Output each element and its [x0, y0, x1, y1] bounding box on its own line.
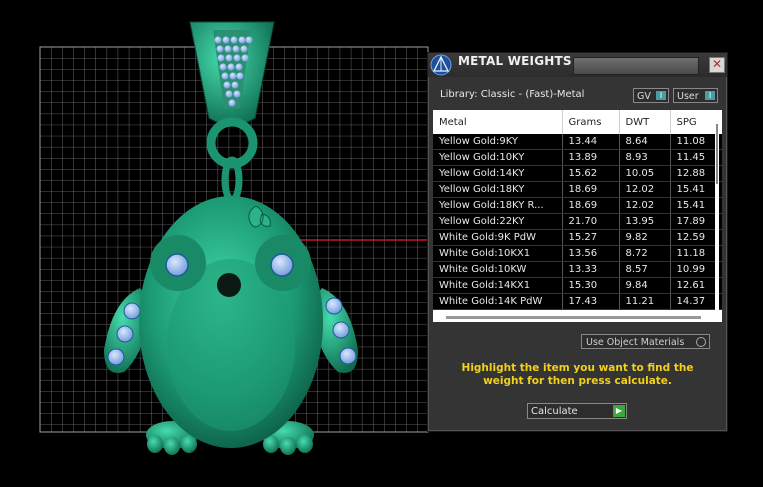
dwt-cell: 12.02 — [619, 197, 671, 214]
table-row[interactable]: Yellow Gold:14KY 15.62 10.05 12.88 — [433, 165, 722, 182]
gv-toggle-button[interactable]: GV I — [633, 88, 669, 103]
grams-cell: 13.56 — [562, 245, 620, 262]
calculate-label: Calculate — [531, 406, 578, 417]
calculate-button[interactable]: Calculate ▶ — [527, 403, 627, 419]
penguin-beak — [217, 273, 241, 297]
table-row[interactable]: White Gold:14KX1 15.30 9.84 12.61 — [433, 277, 722, 294]
panel-title-bar[interactable] — [573, 57, 699, 75]
grams-cell: 17.43 — [562, 293, 620, 310]
left-eye-gem — [165, 253, 189, 277]
table-row[interactable]: Yellow Gold:22KY 21.70 13.95 17.89 — [433, 213, 722, 230]
metal-name-cell: White Gold:10KW — [433, 261, 563, 278]
grams-cell: 18.69 — [562, 197, 620, 214]
metal-name-cell: Yellow Gold:9KY — [433, 134, 563, 150]
grams-cell: 18.69 — [562, 181, 620, 198]
gv-toggle-icon: I — [656, 91, 666, 100]
pyramid-logo-icon — [430, 54, 452, 76]
column-header-dwt[interactable]: DWT — [619, 110, 671, 134]
table-header-row: Metal Grams DWT SPG — [433, 110, 722, 134]
dwt-cell: 8.57 — [619, 261, 671, 278]
table-row[interactable]: White Gold:10KX1 13.56 8.72 11.18 — [433, 245, 722, 262]
horizontal-scrollbar[interactable] — [446, 316, 701, 319]
metal-name-cell: White Gold:14KX1 — [433, 277, 563, 294]
metal-name-cell: Yellow Gold:18KY R... — [433, 197, 563, 214]
table-row[interactable]: White Gold:10KW 13.33 8.57 10.99 — [433, 261, 722, 278]
gv-label: GV — [637, 91, 651, 102]
dwt-cell: 10.05 — [619, 165, 671, 182]
vertical-scroll-thumb[interactable] — [716, 124, 718, 184]
table-body: Yellow Gold:9KY 13.44 8.64 11.08 Yellow Gold… — [433, 134, 722, 310]
user-toggle-icon: I — [705, 91, 715, 100]
grams-cell: 13.33 — [562, 261, 620, 278]
dwt-cell: 8.93 — [619, 149, 671, 166]
dwt-cell: 9.82 — [619, 229, 671, 246]
user-toggle-button[interactable]: User I — [673, 88, 718, 103]
radio-icon — [696, 337, 706, 347]
metal-weights-table: Metal Grams DWT SPG Yellow Gold:9KY 13.44… — [433, 110, 722, 310]
close-icon[interactable]: ✕ — [709, 57, 725, 73]
grams-cell: 15.27 — [562, 229, 620, 246]
table-row[interactable]: Yellow Gold:18KY R... 18.69 12.02 15.41 — [433, 197, 722, 214]
use-object-materials-option[interactable]: Use Object Materials — [581, 334, 710, 349]
dwt-cell: 11.21 — [619, 293, 671, 310]
library-label: Library: Classic - (Fast)-Metal — [440, 89, 585, 100]
dwt-cell: 12.02 — [619, 181, 671, 198]
use-object-materials-label: Use Object Materials — [586, 337, 685, 348]
dwt-cell: 8.72 — [619, 245, 671, 262]
dwt-cell: 9.84 — [619, 277, 671, 294]
instruction-text: Highlight the item you want to find the … — [461, 362, 694, 387]
grams-cell: 15.62 — [562, 165, 620, 182]
column-header-grams[interactable]: Grams — [562, 110, 620, 134]
table-row[interactable]: Yellow Gold:18KY 18.69 12.02 15.41 — [433, 181, 722, 198]
dwt-cell: 13.95 — [619, 213, 671, 230]
dwt-cell: 8.64 — [619, 134, 671, 150]
metal-name-cell: Yellow Gold:10KY — [433, 149, 563, 166]
metal-name-cell: White Gold:9K PdW — [433, 229, 563, 246]
metal-weights-panel: METAL WEIGHTS ✕ Library: Classic - (Fast… — [427, 52, 728, 432]
play-icon: ▶ — [613, 405, 625, 417]
grams-cell: 13.44 — [562, 134, 620, 150]
grams-cell: 15.30 — [562, 277, 620, 294]
panel-title: METAL WEIGHTS — [458, 54, 572, 68]
metal-name-cell: Yellow Gold:22KY — [433, 213, 563, 230]
metal-table-container[interactable]: Metal Grams DWT SPG Yellow Gold:9KY 13.44… — [433, 110, 722, 322]
metal-name-cell: White Gold:10KX1 — [433, 245, 563, 262]
metal-name-cell: White Gold:14K PdW — [433, 293, 563, 310]
grams-cell: 13.89 — [562, 149, 620, 166]
table-row[interactable]: Yellow Gold:10KY 13.89 8.93 11.45 — [433, 149, 722, 166]
panel-header: METAL WEIGHTS ✕ — [428, 53, 727, 77]
table-row[interactable]: White Gold:9K PdW 15.27 9.82 12.59 — [433, 229, 722, 246]
vertical-scrollbar[interactable] — [715, 110, 719, 322]
metal-name-cell: Yellow Gold:18KY — [433, 181, 563, 198]
table-row[interactable]: White Gold:14K PdW 17.43 11.21 14.37 — [433, 293, 722, 310]
table-row[interactable]: Yellow Gold:9KY 13.44 8.64 11.08 — [433, 134, 722, 150]
user-label: User — [677, 91, 699, 102]
metal-name-cell: Yellow Gold:14KY — [433, 165, 563, 182]
column-header-metal[interactable]: Metal — [433, 110, 563, 134]
right-eye-gem — [270, 253, 294, 277]
grams-cell: 21.70 — [562, 213, 620, 230]
